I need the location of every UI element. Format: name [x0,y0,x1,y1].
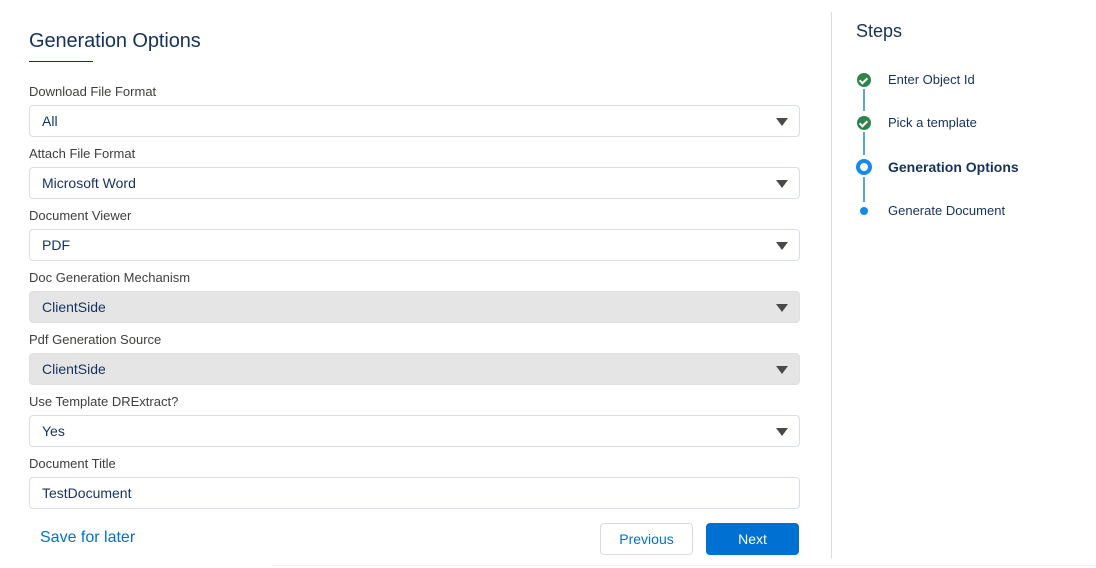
select-value: ClientSide [42,299,106,315]
chevron-down-icon [776,304,788,312]
chevron-down-icon [776,180,788,188]
download-file-format-field: Download File Format All [29,84,800,137]
download-file-format-select[interactable]: All [29,105,800,137]
pdf-generation-source-field: Pdf Generation Source ClientSide [29,332,800,385]
step-label: Enter Object Id [888,72,975,87]
step-enter-object-id[interactable]: Enter Object Id [856,72,1086,92]
doc-generation-mechanism-select: ClientSide [29,291,800,323]
doc-generation-mechanism-field: Doc Generation Mechanism ClientSide [29,270,800,323]
step-label: Pick a template [888,115,977,130]
use-template-drextract-field: Use Template DRExtract? Yes [29,394,800,447]
step-label: Generate Document [888,203,1006,218]
step-connector [863,132,865,155]
generation-options-form: Generation Options Download File Format … [0,0,832,568]
select-value: All [42,113,58,129]
field-label: Use Template DRExtract? [29,394,179,409]
chevron-down-icon [776,366,788,374]
field-label: Document Title [29,456,116,471]
bottom-divider [272,565,1096,566]
chevron-down-icon [776,428,788,436]
panel-divider [831,12,832,558]
step-generation-options[interactable]: Generation Options [856,159,1086,179]
chevron-down-icon [776,242,788,250]
step-connector [863,89,865,111]
next-button[interactable]: Next [706,523,799,555]
document-title-field: Document Title TestDocument [29,456,800,509]
check-icon [856,115,872,131]
select-value: Yes [42,423,65,439]
previous-button[interactable]: Previous [600,523,693,555]
field-label: Download File Format [29,84,157,99]
chevron-down-icon [776,118,788,126]
attach-file-format-field: Attach File Format Microsoft Word [29,146,800,199]
upcoming-step-icon [856,203,872,219]
select-value: Microsoft Word [42,175,136,191]
page-title: Generation Options [29,30,201,52]
field-label: Document Viewer [29,208,132,223]
step-connector [863,177,865,202]
step-pick-a-template[interactable]: Pick a template [856,115,1086,135]
steps-title: Steps [856,21,903,41]
select-value: ClientSide [42,361,106,377]
step-generate-document[interactable]: Generate Document [856,203,1086,223]
step-label: Generation Options [888,159,1019,175]
title-underline [29,61,93,62]
field-label: Pdf Generation Source [29,332,162,347]
page: Generation Options Download File Format … [0,0,1096,568]
field-label: Attach File Format [29,146,136,161]
document-viewer-select[interactable]: PDF [29,229,800,261]
document-title-input[interactable]: TestDocument [29,477,800,509]
pdf-generation-source-select: ClientSide [29,353,800,385]
document-viewer-field: Document Viewer PDF [29,208,800,261]
current-step-icon [856,159,872,175]
attach-file-format-select[interactable]: Microsoft Word [29,167,800,199]
check-icon [856,72,872,88]
use-template-drextract-select[interactable]: Yes [29,415,800,447]
save-for-later-link[interactable]: Save for later [40,529,135,547]
field-label: Doc Generation Mechanism [29,270,191,285]
select-value: PDF [42,237,70,253]
